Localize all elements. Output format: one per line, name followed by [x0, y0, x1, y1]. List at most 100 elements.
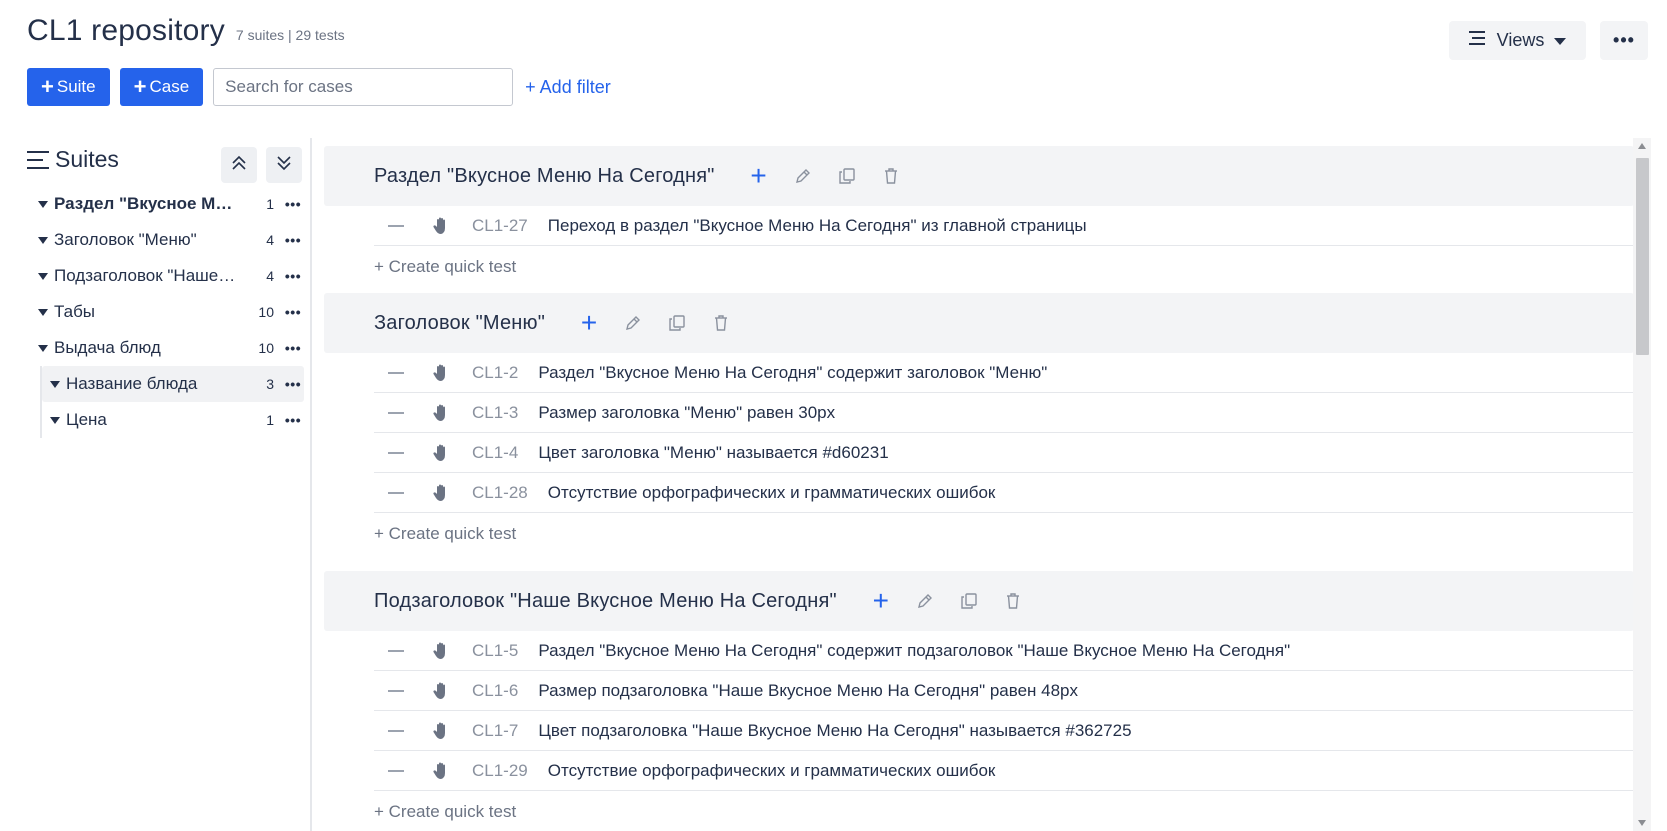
sidebar-item-label: Название блюда	[66, 374, 198, 393]
trash-icon[interactable]	[869, 161, 913, 191]
table-row[interactable]: CL1-5 Раздел "Вкусное Меню На Сегодня" с…	[374, 631, 1634, 671]
collapse-all-button[interactable]	[221, 147, 257, 183]
sidebar-item-suite[interactable]: Заголовок "Меню" 4 •••	[34, 222, 304, 258]
add-suite-button[interactable]: + Suite	[27, 68, 110, 106]
sidebar-item-suite[interactable]: Выдача блюд 10 •••	[34, 330, 304, 366]
suite-actions: +	[859, 586, 1035, 616]
add-filter-link[interactable]: + Add filter	[525, 77, 611, 98]
expand-all-button[interactable]	[266, 147, 302, 183]
sidebar-item-menu[interactable]: •••	[282, 304, 304, 320]
suite-title: Раздел "Вкусное Меню На Сегодня"	[374, 164, 715, 187]
sidebar-item-suite[interactable]: Название блюда 3 •••	[42, 366, 304, 402]
sidebar-item-suite[interactable]: Раздел "Вкусное Меню На Сегодня" 1 •••	[34, 186, 304, 222]
sidebar-item-menu[interactable]: •••	[282, 268, 304, 284]
caret-down-icon[interactable]	[38, 272, 48, 280]
case-title[interactable]: Раздел "Вкусное Меню На Сегодня" содержи…	[538, 641, 1290, 661]
more-options-button[interactable]: •••	[1600, 21, 1648, 60]
case-title[interactable]: Отсутствие орфографических и грамматичес…	[548, 483, 996, 503]
suite-actions: +	[567, 308, 743, 338]
repository-meta: 7 suites | 29 tests	[235, 27, 345, 43]
suites-sidebar: Suites Раздел "Вкусное Меню На Сегодня" …	[0, 138, 312, 831]
hand-icon	[430, 640, 452, 662]
table-row[interactable]: CL1-7 Цвет подзаголовка "Наше Вкусное Ме…	[374, 711, 1634, 751]
trash-icon[interactable]	[699, 308, 743, 338]
table-row[interactable]: CL1-28 Отсутствие орфографических и грам…	[374, 473, 1634, 513]
create-quick-test-link[interactable]: + Create quick test	[374, 246, 1634, 288]
scrollbar-thumb[interactable]	[1636, 158, 1649, 355]
create-quick-test-link[interactable]: + Create quick test	[374, 513, 1634, 555]
priority-indicator	[388, 769, 404, 772]
table-row[interactable]: CL1-2 Раздел "Вкусное Меню На Сегодня" с…	[374, 353, 1634, 393]
main-scrollbar[interactable]	[1633, 138, 1651, 831]
sidebar-item-suite[interactable]: Подзаголовок "Наше Вкусное Меню На Сегод…	[34, 258, 304, 294]
sidebar-item-menu[interactable]: •••	[282, 340, 304, 356]
copy-icon[interactable]	[825, 161, 869, 191]
sidebar-item-menu[interactable]: •••	[282, 196, 304, 212]
copy-icon[interactable]	[947, 586, 991, 616]
search-input[interactable]	[213, 68, 514, 106]
case-id: CL1-6	[472, 680, 519, 700]
sidebar-item-suite[interactable]: Табы 10 •••	[34, 294, 304, 330]
hand-icon	[430, 362, 452, 384]
copy-icon[interactable]	[655, 308, 699, 338]
add-case-button[interactable]: + Case	[119, 68, 204, 106]
pencil-icon[interactable]	[903, 586, 947, 616]
chevron-double-up-icon	[231, 155, 247, 176]
caret-down-icon[interactable]	[38, 236, 48, 244]
pencil-icon[interactable]	[611, 308, 655, 338]
sidebar-item-menu[interactable]: •••	[282, 232, 304, 248]
sidebar-item-label: Подзаголовок "Наше Вкусное Меню На Сегод…	[54, 266, 248, 285]
case-title[interactable]: Раздел "Вкусное Меню На Сегодня" содержи…	[538, 363, 1047, 383]
case-title[interactable]: Отсутствие орфографических и грамматичес…	[548, 761, 996, 781]
case-title[interactable]: Цвет заголовка "Меню" называется #d60231	[538, 443, 888, 463]
case-title[interactable]: Размер подзаголовка "Наше Вкусное Меню Н…	[538, 681, 1078, 701]
suite-title: Заголовок "Меню"	[374, 311, 546, 334]
case-title[interactable]: Размер заголовка "Меню" равен 30px	[538, 403, 835, 423]
priority-indicator	[388, 224, 404, 227]
case-title[interactable]: Переход в раздел "Вкусное Меню На Сегодн…	[548, 216, 1087, 236]
caret-down-icon[interactable]	[38, 344, 48, 352]
caret-down-icon[interactable]	[38, 308, 48, 316]
table-row[interactable]: CL1-27 Переход в раздел "Вкусное Меню На…	[374, 206, 1634, 246]
sidebar-item-menu[interactable]: •••	[282, 412, 304, 428]
table-row[interactable]: CL1-4 Цвет заголовка "Меню" называется #…	[374, 433, 1634, 473]
case-id: CL1-3	[472, 402, 519, 422]
table-row[interactable]: CL1-29 Отсутствие орфографических и грам…	[374, 751, 1634, 791]
suite-section: Подзаголовок "Наше Вкусное Меню На Сегод…	[324, 571, 1634, 831]
scroll-up-icon[interactable]	[1638, 143, 1646, 149]
caret-down-icon[interactable]	[38, 200, 48, 208]
add-case-icon[interactable]: +	[859, 586, 903, 616]
caret-down-icon[interactable]	[50, 416, 60, 424]
trash-icon[interactable]	[991, 586, 1035, 616]
hand-icon	[430, 760, 452, 782]
sidebar-item-label: Табы	[54, 302, 96, 321]
hand-icon	[430, 680, 452, 702]
table-row[interactable]: CL1-6 Размер подзаголовка "Наше Вкусное …	[374, 671, 1634, 711]
suite-actions: +	[737, 161, 913, 191]
sidebar-item-count: 10	[258, 304, 274, 320]
add-case-icon[interactable]: +	[567, 308, 611, 338]
sidebar-item-count: 3	[266, 376, 274, 392]
sidebar-children: Название блюда 3 ••• Цена 1 •••	[40, 366, 304, 438]
add-case-icon[interactable]: +	[737, 161, 781, 191]
scroll-down-icon[interactable]	[1638, 820, 1646, 826]
list-icon	[1468, 30, 1487, 51]
priority-indicator	[388, 371, 404, 374]
views-button[interactable]: Views	[1449, 21, 1586, 60]
sidebar-item-menu[interactable]: •••	[282, 376, 304, 392]
caret-down-icon[interactable]	[50, 380, 60, 388]
sidebar-item-suite[interactable]: Цена 1 •••	[42, 402, 304, 438]
sidebar-item-count: 1	[266, 412, 274, 428]
priority-indicator	[388, 451, 404, 454]
plus-icon: +	[133, 74, 147, 99]
add-suite-label: Suite	[56, 77, 96, 96]
table-row[interactable]: CL1-3 Размер заголовка "Меню" равен 30px	[374, 393, 1634, 433]
views-label: Views	[1496, 30, 1545, 50]
sidebar-item-label: Цена	[66, 410, 107, 429]
priority-indicator	[388, 649, 404, 652]
create-quick-test-link[interactable]: + Create quick test	[374, 791, 1634, 831]
hand-icon	[430, 442, 452, 464]
hand-icon	[430, 720, 452, 742]
pencil-icon[interactable]	[781, 161, 825, 191]
case-title[interactable]: Цвет подзаголовка "Наше Вкусное Меню На …	[538, 721, 1131, 741]
